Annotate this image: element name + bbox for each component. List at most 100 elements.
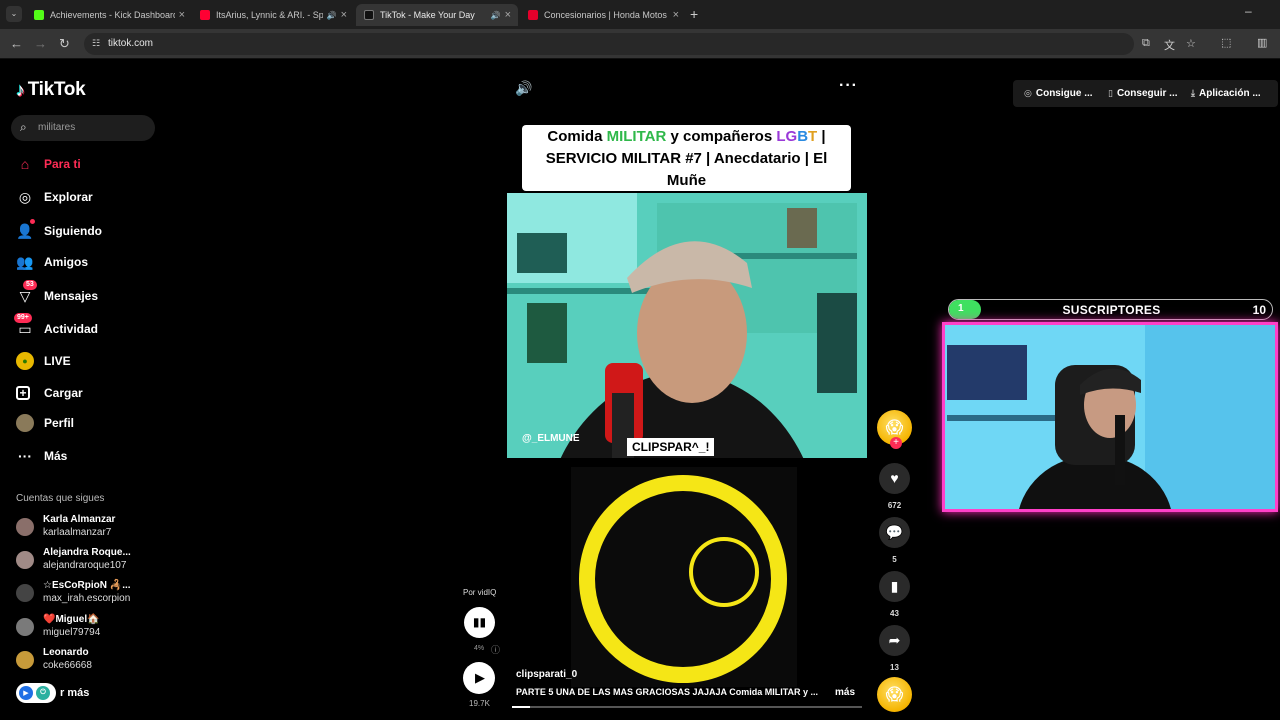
speaker-icon[interactable]: 🔊 [327,11,337,20]
video-title-card: Comida MILITAR y compañeros LGBT | SERVI… [522,125,851,191]
sidepanel-icon[interactable]: ▥ [1257,36,1267,49]
back-icon[interactable]: ← [10,36,23,51]
nav-mas[interactable]: ··· Más [16,445,67,467]
nav-live[interactable]: ● LIVE [16,350,71,372]
download-app-button[interactable]: ⤓ Aplicación ... [1191,88,1261,99]
info-icon[interactable]: ⓘ [491,643,500,656]
nav-para-ti[interactable]: ⌂ Para ti [16,153,81,175]
tiktok-favicon [364,10,374,20]
get-app-button[interactable]: ▯ Conseguir ... [1108,88,1178,99]
address-bar[interactable]: ☷ tiktok.com ⧉ 文 ☆ [84,33,1196,55]
translate-icon[interactable]: 文 [1164,37,1175,53]
youtube-favicon [200,10,210,20]
minimize-icon[interactable]: – [1245,4,1252,18]
clip-label: CLIPSPAR^_! [627,438,715,456]
extension-pill[interactable]: ▶ ⏻ [16,683,56,703]
tab-youtube[interactable]: ItsArius, Lynnic & ARI. - Spe 🔊 × [192,4,354,26]
caption-more-link[interactable]: más [835,687,855,698]
search-input[interactable]: ⌕ militares [11,115,155,141]
title-line-3: Muñe [666,172,707,189]
account-handle: alejandraroque107 [43,560,127,571]
kick-favicon [34,10,44,20]
nav-explorar[interactable]: ◎ Explorar [16,186,93,208]
comment-button[interactable]: 💬 [879,517,910,548]
tiktok-note-icon: ♪ [16,79,25,100]
tab-search-icon[interactable]: ⌄ [6,6,22,22]
share-icon: ➦ [888,632,901,648]
get-app-label: Conseguir ... [1116,88,1178,99]
title-line-1: Comida MILITAR y compañeros LGBT | [547,128,826,145]
avatar [16,551,34,569]
video-frame[interactable]: @_ELMUNE CLIPSPAR^_! [507,193,867,458]
vidiq-percent: 4% [474,645,485,652]
nav-amigos[interactable]: 👥 Amigos [16,251,88,273]
streamer-clip-illustration [507,193,867,458]
profile-icon [16,414,34,432]
site-info-icon[interactable]: ☷ [92,38,100,49]
browser-toolbar: ← → ↻ ☷ tiktok.com ⧉ 文 ☆ ⬚ ▥ [0,29,1280,59]
account-handle: max_irah.escorpion [43,593,131,604]
bar-chart-icon: ▮▮ [472,615,487,629]
save-count: 43 [890,609,899,618]
following-header: Cuentas que sigues [16,493,105,504]
upload-icon: + [16,386,30,400]
nav-perfil[interactable]: Perfil [16,412,74,434]
nav-mensajes[interactable]: ▽ 53 Mensajes [16,280,98,307]
see-more-button[interactable]: ▶ ⏻ r más [16,683,89,703]
browser-tab-bar: ⌄ Achievements - Kick Dashboard × ItsAri… [0,0,1280,29]
webcam-illustration [945,325,1275,509]
subscriber-goal-bar: 1 SUSCRIPTORES 10 [948,299,1273,320]
following-icon: 👤 [16,219,35,240]
tab-kick[interactable]: Achievements - Kick Dashboard × [26,4,192,26]
forward-icon[interactable]: → [34,36,47,51]
tiktok-logo[interactable]: ♪ TikTok [16,79,86,101]
speaker-icon[interactable]: 🔊 [491,11,501,20]
share-count: 13 [890,663,899,672]
video-progress-bar[interactable] [512,706,862,708]
subscriber-label: SUSCRIPTORES [1062,303,1161,317]
more-options-icon[interactable]: ··· [839,77,858,95]
tab-title: Concesionarios | Honda Motos [544,10,667,20]
video-caption: PARTE 5 UNA DE LAS MAS GRACIOSAS JAJAJA … [516,687,819,697]
account-handle: coke66668 [43,660,92,671]
close-icon[interactable]: × [505,9,511,21]
reload-icon[interactable]: ↻ [59,36,70,52]
new-tab-icon[interactable]: + [690,6,698,22]
download-app-label: Aplicación ... [1198,88,1261,99]
follow-plus-icon[interactable]: + [890,437,902,449]
nav-label: Siguiendo [44,224,102,238]
volume-icon[interactable]: 🔊 [515,80,532,97]
play-icon: ▶ [475,670,485,685]
watermark-handle: @_ELMUNE [522,433,580,444]
nav-cargar[interactable]: + Cargar [16,382,83,404]
tab-tiktok[interactable]: TikTok - Make Your Day 🔊 × [356,4,518,26]
title-line-2: SERVICIO MILITAR #7 | Anecdatario | El [545,150,828,167]
share-button[interactable]: ➦ [879,625,910,656]
close-icon[interactable]: × [179,9,185,21]
extensions-icon[interactable]: ⬚ [1221,36,1231,49]
account-name: Leonardo [43,647,89,658]
see-more-label: r más [60,687,90,699]
video-author[interactable]: clipsparati_0 [516,669,577,680]
bookmark-star-icon[interactable]: ☆ [1186,37,1196,50]
vidiq-stats-button[interactable]: ▮▮ [464,607,495,638]
screen-cast-icon[interactable]: ⧉ [1142,37,1150,50]
tab-honda[interactable]: Concesionarios | Honda Motos × [520,4,686,26]
nav-actividad[interactable]: ▭ 99+ Actividad [14,313,98,340]
get-coins-label: Consigue ... [1035,88,1093,99]
url-text[interactable]: tiktok.com [108,38,153,49]
next-creator-avatar[interactable]: 😱 [877,677,912,712]
avatar [16,651,34,669]
tab-title: TikTok - Make Your Day [380,10,475,20]
loading-circle-visual [571,467,797,687]
play-button[interactable]: ▶ [463,662,495,694]
get-coins-button[interactable]: ◎ Consigue ... [1024,88,1093,99]
close-icon[interactable]: × [673,9,679,21]
avatar [16,584,34,602]
close-icon[interactable]: × [341,9,347,21]
bookmark-icon: ▮ [890,578,899,594]
save-button[interactable]: ▮ [879,571,910,602]
webcam-overlay [942,322,1278,512]
like-button[interactable]: ♥ [879,463,910,494]
nav-siguiendo[interactable]: 👤 Siguiendo [16,219,102,242]
